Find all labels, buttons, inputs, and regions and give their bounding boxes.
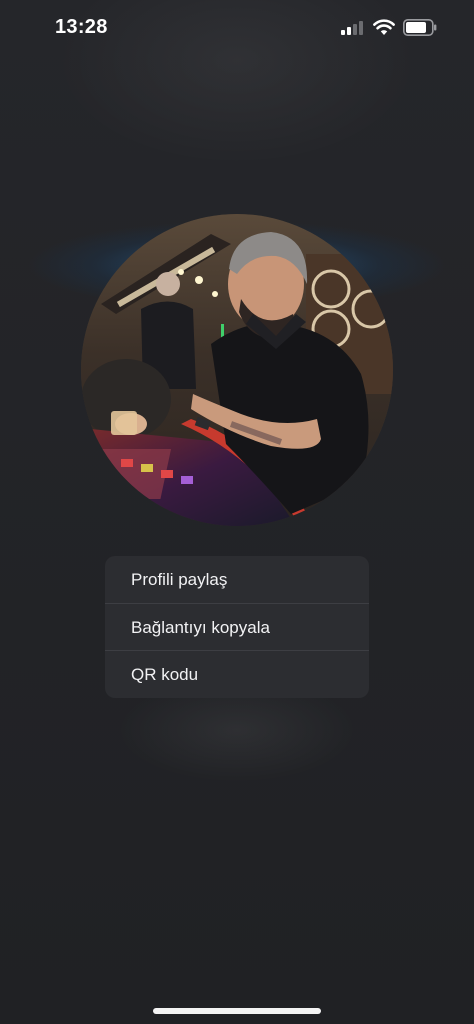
screen: 13:28 Profili paylaş Bağlantıyı kopyala … <box>0 0 474 1024</box>
qr-code-menu-item[interactable]: QR kodu <box>105 650 369 697</box>
cellular-signal-icon <box>341 21 365 35</box>
status-time: 13:28 <box>55 16 108 38</box>
share-menu: Profili paylaş Bağlantıyı kopyala QR kod… <box>105 556 369 698</box>
profile-photo <box>81 214 393 526</box>
home-indicator[interactable] <box>153 1008 321 1014</box>
battery-icon <box>403 19 437 36</box>
wifi-icon <box>373 19 395 35</box>
copy-link-menu-item[interactable]: Bağlantıyı kopyala <box>105 603 369 650</box>
share-profile-menu-item[interactable]: Profili paylaş <box>105 556 369 603</box>
status-bar: 13:28 <box>0 0 474 56</box>
profile-photo-illustration <box>81 214 393 526</box>
